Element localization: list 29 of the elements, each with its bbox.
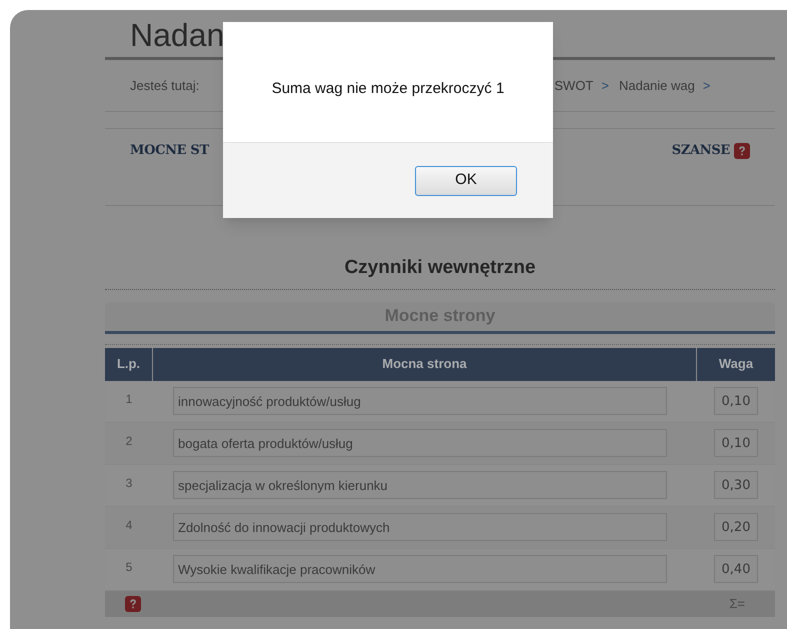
help-icon[interactable] bbox=[734, 142, 750, 159]
input-field[interactable]: specjalizacja w określonym kierunku bbox=[173, 471, 667, 499]
breadcrumb-link[interactable]: Nadanie wag bbox=[618, 76, 695, 96]
input-field[interactable]: 0,40 bbox=[714, 555, 758, 583]
row-number: 3 bbox=[126, 474, 132, 492]
input-field[interactable]: Wysokie kwalifikacje pracowników bbox=[173, 555, 667, 583]
page-title: Nadan bbox=[130, 19, 224, 51]
section-title: Czynniki wewnętrzne bbox=[344, 257, 536, 278]
tab[interactable]: MOCNE ST bbox=[130, 141, 209, 160]
input-field[interactable]: Zdolność do innowacji produktowych bbox=[173, 513, 667, 541]
breadcrumb-label: Jesteś tutaj: bbox=[130, 76, 200, 95]
input-field[interactable]: 0,30 bbox=[714, 471, 758, 499]
row-number: 1 bbox=[126, 390, 132, 408]
breadcrumb-separator: > bbox=[702, 76, 710, 95]
row-number: 5 bbox=[126, 558, 132, 576]
column-header: Waga bbox=[718, 355, 754, 374]
breadcrumb-link[interactable]: SWOT bbox=[554, 76, 594, 96]
dialog-message: Suma wag nie może przekroczyć 1 bbox=[272, 79, 504, 99]
help-icon[interactable] bbox=[125, 596, 141, 612]
input-field[interactable]: 0,10 bbox=[714, 429, 758, 457]
breadcrumb-separator: > bbox=[601, 76, 609, 95]
tab[interactable]: SZANSE bbox=[672, 141, 730, 160]
input-field[interactable]: 0,20 bbox=[714, 513, 758, 541]
input-field[interactable]: innowacyjność produktów/usług bbox=[173, 387, 667, 415]
input-field[interactable]: 0,10 bbox=[714, 387, 758, 415]
row-number: 4 bbox=[126, 516, 132, 534]
ok-button[interactable]: OK bbox=[415, 166, 517, 196]
input-field[interactable]: bogata oferta produktów/usług bbox=[173, 429, 667, 457]
row-number: 2 bbox=[126, 432, 132, 450]
